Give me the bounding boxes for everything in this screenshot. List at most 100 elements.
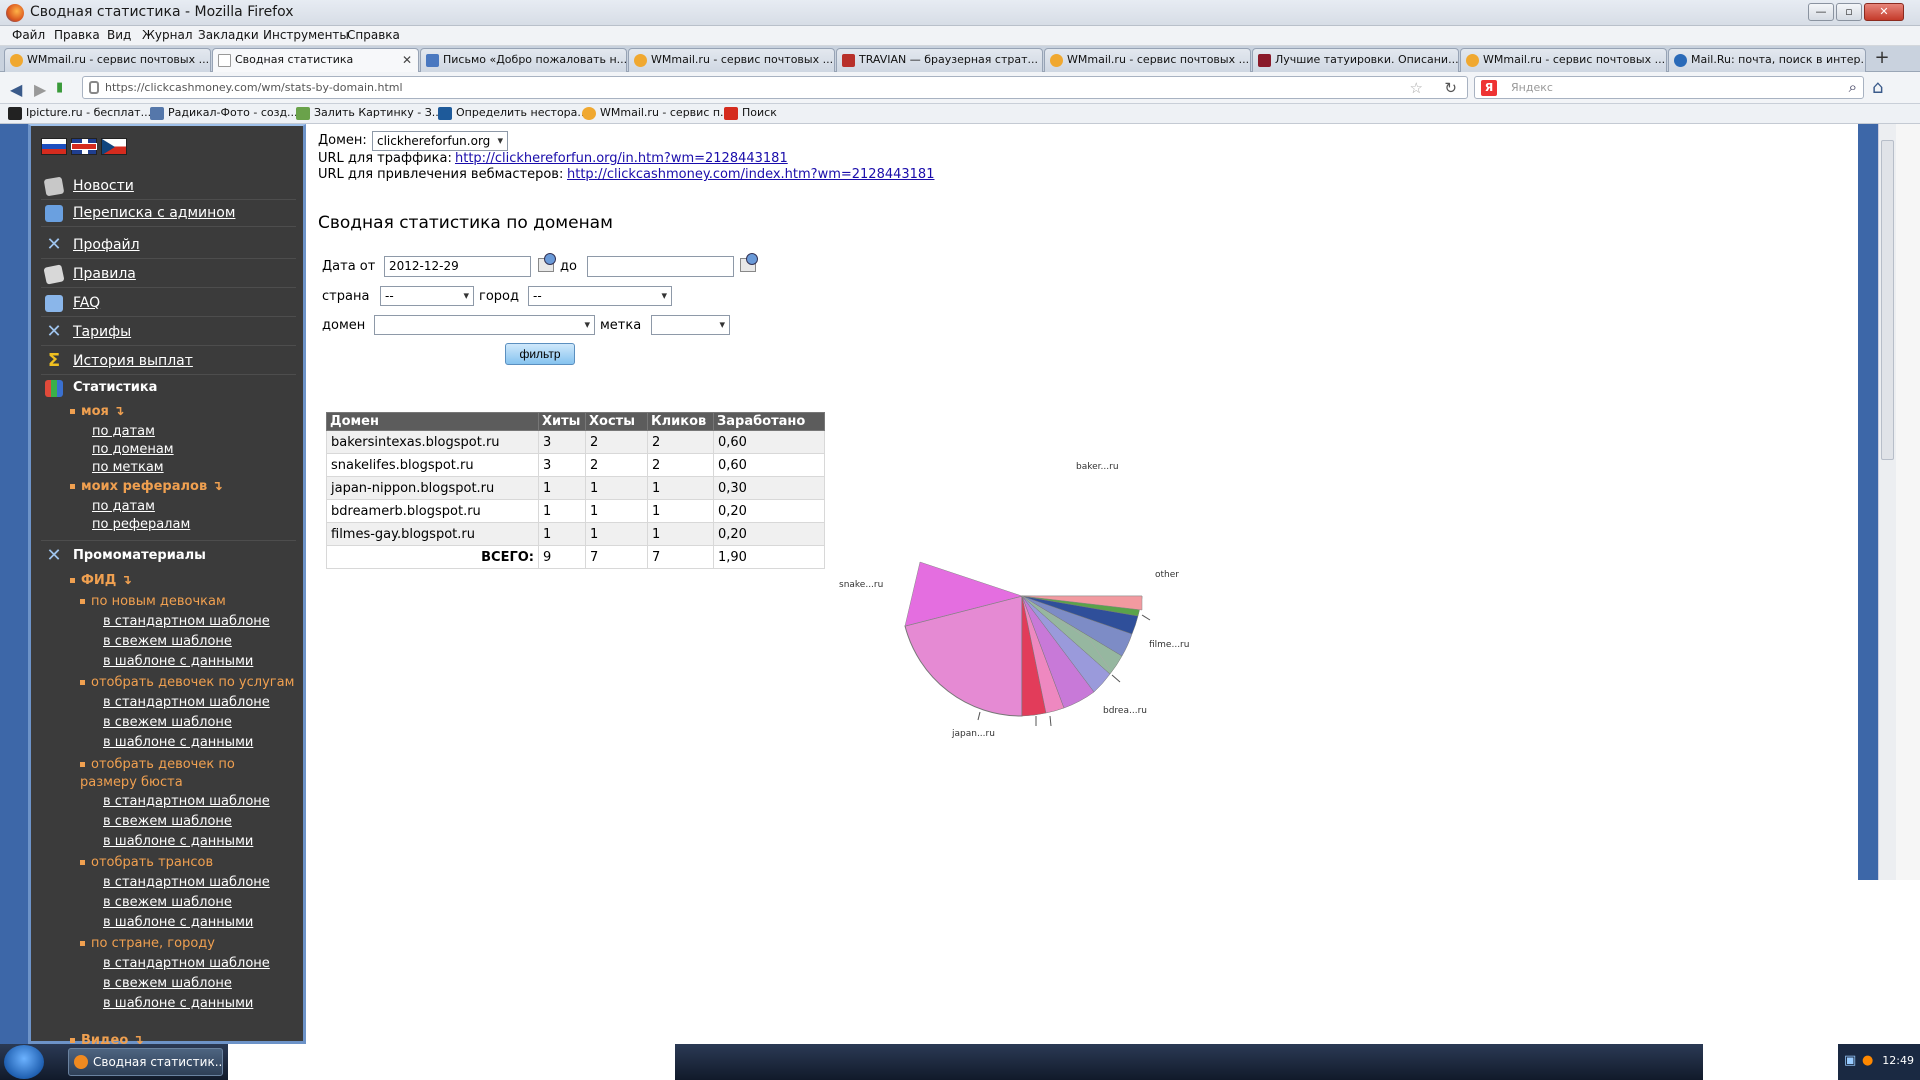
clock[interactable]: 12:49 bbox=[1882, 1054, 1914, 1067]
menu-edit[interactable]: Правка bbox=[54, 28, 100, 42]
start-button[interactable] bbox=[4, 1045, 44, 1079]
template-fresh[interactable]: в свежем шаблоне bbox=[103, 715, 232, 730]
back-arrow-icon[interactable]: ◀ bbox=[10, 80, 22, 99]
bookmark-upload-image[interactable]: Залить Картинку - З... bbox=[296, 106, 442, 120]
tab-welcome-letter[interactable]: Письмо «Добро пожаловать н... bbox=[420, 48, 627, 72]
template-fresh[interactable]: в свежем шаблоне bbox=[103, 634, 232, 649]
promo-by-services[interactable]: отобрать девочек по услугам bbox=[80, 675, 294, 690]
minimize-button[interactable]: — bbox=[1808, 3, 1834, 21]
sidebar-item-profile[interactable]: ✕ Профайл bbox=[41, 232, 296, 259]
template-standard[interactable]: в стандартном шаблоне bbox=[103, 875, 270, 890]
col-clicks[interactable]: Кликов bbox=[647, 412, 714, 431]
webmaster-url-link[interactable]: http://clickcashmoney.com/index.htm?wm=2… bbox=[567, 167, 934, 182]
tab-wmmail-1[interactable]: WMmail.ru - сервис почтовых ... bbox=[4, 48, 211, 72]
uk-flag-icon[interactable] bbox=[71, 138, 97, 155]
tab-wmmail-4[interactable]: WMmail.ru - сервис почтовых ... bbox=[1460, 48, 1667, 72]
col-hosts[interactable]: Хосты bbox=[585, 412, 648, 431]
bookmark-ipicture[interactable]: Ipicture.ru - бесплат... bbox=[8, 106, 151, 120]
traffic-url-link[interactable]: http://clickhereforfun.org/in.htm?wm=212… bbox=[455, 151, 788, 166]
template-standard[interactable]: в стандартном шаблоне bbox=[103, 695, 270, 710]
search-input[interactable]: Яндекс bbox=[1511, 81, 1553, 94]
sidebar-item-messages[interactable]: Переписка с админом bbox=[41, 200, 296, 227]
template-fresh[interactable]: в свежем шаблоне bbox=[103, 814, 232, 829]
template-with-data[interactable]: в шаблоне с данными bbox=[103, 834, 253, 849]
address-bar[interactable]: https://clickcashmoney.com/wm/stats-by-d… bbox=[82, 76, 1468, 99]
search-icon[interactable]: ⌕ bbox=[1849, 78, 1857, 96]
menu-file[interactable]: Файл bbox=[12, 28, 45, 42]
forward-arrow-icon[interactable]: ▶ bbox=[34, 80, 46, 99]
col-domain[interactable]: Домен bbox=[326, 412, 539, 431]
tab-travian[interactable]: TRAVIAN — браузерная страт... bbox=[836, 48, 1043, 72]
template-with-data[interactable]: в шаблоне с данными bbox=[103, 915, 253, 930]
col-hits[interactable]: Хиты bbox=[538, 412, 586, 431]
sidebar-item-statistics[interactable]: Статистика bbox=[41, 375, 296, 402]
filter-button[interactable]: фильтр bbox=[505, 343, 575, 365]
sidebar-item-tariffs[interactable]: ✕ Тарифы bbox=[41, 319, 296, 346]
stats-ref-by-dates[interactable]: по датам bbox=[92, 499, 155, 514]
col-earned[interactable]: Заработано bbox=[713, 412, 825, 431]
home-icon[interactable]: ⌂ bbox=[1872, 77, 1883, 98]
domain-filter-select[interactable] bbox=[374, 315, 595, 335]
promo-new-girls[interactable]: по новым девочкам bbox=[80, 594, 226, 609]
stats-my-by-dates[interactable]: по датам bbox=[92, 424, 155, 439]
new-tab-button[interactable]: + bbox=[1870, 48, 1894, 70]
menu-bookmarks[interactable]: Закладки bbox=[198, 28, 259, 42]
czech-flag-icon[interactable] bbox=[101, 138, 127, 155]
bookmark-detect[interactable]: Определить нестора... bbox=[438, 106, 588, 120]
template-standard[interactable]: в стандартном шаблоне bbox=[103, 956, 270, 971]
promo-by-country-city[interactable]: по стране, городу bbox=[80, 936, 215, 951]
promo-feed-toggle[interactable]: ФИД ↴ bbox=[70, 573, 132, 588]
bookmark-radikal[interactable]: Радикал-Фото - созд... bbox=[150, 106, 298, 120]
country-select[interactable]: -- bbox=[380, 286, 474, 306]
promo-by-bust[interactable]: отобрать девочек по размеру бюста bbox=[80, 756, 290, 792]
sidebar-item-rules[interactable]: Правила bbox=[41, 261, 296, 288]
reload-icon[interactable]: ↻ bbox=[1444, 79, 1457, 97]
template-with-data[interactable]: в шаблоне с данными bbox=[103, 654, 253, 669]
template-fresh[interactable]: в свежем шаблоне bbox=[103, 895, 232, 910]
calendar-icon[interactable] bbox=[536, 253, 556, 273]
template-standard[interactable]: в стандартном шаблоне bbox=[103, 614, 270, 629]
stats-my-by-tags[interactable]: по меткам bbox=[92, 460, 164, 475]
sidebar-item-payout-history[interactable]: Σ История выплат bbox=[41, 348, 296, 375]
tag-select[interactable] bbox=[651, 315, 730, 335]
sidebar-item-promo[interactable]: ✕ Промоматериалы bbox=[41, 543, 296, 570]
russian-flag-icon[interactable] bbox=[41, 138, 67, 155]
calendar-icon[interactable] bbox=[738, 253, 758, 273]
menu-tools[interactable]: Инструменты bbox=[263, 28, 349, 42]
promo-trans[interactable]: отобрать трансов bbox=[80, 855, 213, 870]
stats-my-by-domains[interactable]: по доменам bbox=[92, 442, 174, 457]
template-standard[interactable]: в стандартном шаблоне bbox=[103, 794, 270, 809]
taskbar-item-firefox[interactable]: Сводная статистик... bbox=[68, 1048, 223, 1076]
domain-select[interactable]: clickhereforfun.org bbox=[372, 131, 508, 151]
stats-my-toggle[interactable]: моя ↴ bbox=[70, 404, 124, 419]
close-button[interactable]: ✕ bbox=[1864, 3, 1904, 21]
tab-wmmail-2[interactable]: WMmail.ru - сервис почтовых ... bbox=[628, 48, 835, 72]
menu-view[interactable]: Вид bbox=[107, 28, 131, 42]
stats-referrals-toggle[interactable]: моих рефералов ↴ bbox=[70, 479, 223, 494]
sidebar-item-faq[interactable]: FAQ bbox=[41, 290, 296, 317]
template-with-data[interactable]: в шаблоне с данными bbox=[103, 735, 253, 750]
template-fresh[interactable]: в свежем шаблоне bbox=[103, 976, 232, 991]
bookmark-wmmail[interactable]: WMmail.ru - сервис п... bbox=[582, 106, 731, 120]
sidebar-item-news[interactable]: Новости bbox=[41, 173, 296, 200]
date-from-input[interactable]: 2012-12-29 bbox=[384, 256, 531, 277]
scrollbar-thumb[interactable] bbox=[1881, 140, 1894, 460]
search-bar[interactable]: Я Яндекс ⌕ bbox=[1474, 76, 1864, 99]
menu-help[interactable]: Справка bbox=[347, 28, 400, 42]
menu-history[interactable]: Журнал bbox=[142, 28, 193, 42]
maximize-button[interactable]: ▫ bbox=[1836, 3, 1862, 21]
city-select[interactable]: -- bbox=[528, 286, 672, 306]
firefox-tray-icon[interactable]: ● bbox=[1862, 1053, 1873, 1068]
tab-close-icon[interactable]: ✕ bbox=[402, 49, 412, 71]
template-with-data[interactable]: в шаблоне с данными bbox=[103, 996, 253, 1011]
vertical-scrollbar[interactable] bbox=[1878, 124, 1896, 880]
date-to-input[interactable] bbox=[587, 256, 734, 277]
stats-ref-by-referrals[interactable]: по рефералам bbox=[92, 517, 190, 532]
tab-wmmail-3[interactable]: WMmail.ru - сервис почтовых ... bbox=[1044, 48, 1251, 72]
network-icon[interactable]: ▣ bbox=[1844, 1053, 1856, 1068]
tab-summary-stats[interactable]: Сводная статистика ✕ bbox=[212, 48, 419, 72]
star-icon[interactable]: ☆ bbox=[1410, 79, 1423, 97]
bookmark-search[interactable]: Поиск bbox=[724, 106, 777, 120]
tab-mailru[interactable]: Mail.Ru: почта, поиск в интер... bbox=[1668, 48, 1866, 72]
tab-tattoos[interactable]: Лучшие татуировки. Описани... bbox=[1252, 48, 1459, 72]
